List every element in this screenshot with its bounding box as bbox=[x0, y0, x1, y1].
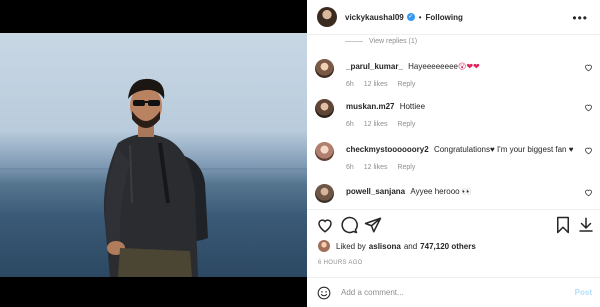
share-icon[interactable] bbox=[364, 216, 382, 234]
person-figure bbox=[103, 78, 208, 277]
emoji-icon[interactable] bbox=[317, 286, 331, 300]
comment-text: Congratulations♥ I'm your biggest fan ♥ bbox=[433, 145, 574, 154]
liker-avatar[interactable] bbox=[318, 240, 330, 252]
comment-heart-icon[interactable] bbox=[584, 146, 593, 155]
commenter-username[interactable]: _parul_kumar_ bbox=[346, 62, 403, 71]
reply-button[interactable]: Reply bbox=[397, 81, 415, 88]
likes-count[interactable]: 747,120 others bbox=[420, 242, 476, 251]
comment-icon[interactable] bbox=[340, 216, 358, 234]
post-side-panel: vickykaushal09 ✓ • Following ••• View re… bbox=[307, 0, 600, 307]
commenter-username[interactable]: checkmystoooooory2 bbox=[346, 145, 429, 154]
comment-heart-icon[interactable] bbox=[584, 103, 593, 112]
liked-by-and: and bbox=[403, 241, 418, 251]
comment-item: muskan.m27 Hottiee 6h 12 likes Reply bbox=[315, 97, 598, 137]
download-icon[interactable] bbox=[577, 216, 595, 234]
more-options-icon[interactable]: ••• bbox=[572, 11, 588, 25]
reply-button[interactable]: Reply bbox=[397, 164, 415, 171]
comment-time: 6h bbox=[346, 164, 354, 171]
post-button[interactable]: Post bbox=[575, 288, 592, 297]
view-replies-link[interactable]: View replies (1) bbox=[345, 38, 417, 45]
comment-likes[interactable]: 12 likes bbox=[364, 81, 388, 88]
commenter-username[interactable]: muskan.m27 bbox=[346, 102, 394, 111]
add-comment-bar: Post bbox=[307, 277, 600, 307]
comment-emoji: 😮❤❤ bbox=[457, 62, 480, 71]
header-separator: • bbox=[418, 12, 422, 22]
comment-heart-icon[interactable] bbox=[584, 63, 593, 72]
commenter-avatar[interactable] bbox=[315, 99, 334, 118]
view-replies-label: View replies (1) bbox=[369, 38, 418, 45]
comment-likes[interactable]: 12 likes bbox=[364, 121, 388, 128]
comment-item: checkmystoooooory2 Congratulations♥ I'm … bbox=[315, 140, 598, 180]
post-timestamp[interactable]: 6 HOURS AGO bbox=[318, 260, 363, 266]
post-photo[interactable] bbox=[0, 33, 307, 277]
post-media[interactable] bbox=[0, 0, 307, 307]
commenter-username[interactable]: powell_sanjana bbox=[346, 187, 405, 196]
bookmark-icon[interactable] bbox=[554, 216, 572, 234]
following-button[interactable]: Following bbox=[426, 13, 463, 22]
comment-heart-icon[interactable] bbox=[584, 188, 593, 197]
replies-dash bbox=[345, 41, 363, 42]
liked-by: Liked by aslisona and 747,120 others bbox=[318, 240, 476, 252]
comment-text: Hottiee bbox=[399, 102, 426, 111]
heart-icon[interactable] bbox=[316, 216, 334, 234]
commenter-avatar[interactable] bbox=[315, 142, 334, 161]
comment-time: 6h bbox=[346, 121, 354, 128]
verified-badge-icon: ✓ bbox=[406, 13, 415, 21]
reply-button[interactable]: Reply bbox=[397, 121, 415, 128]
comment-input[interactable] bbox=[341, 288, 561, 297]
author-username[interactable]: vickykaushal09 bbox=[345, 13, 404, 22]
commenter-avatar[interactable] bbox=[315, 184, 334, 203]
author-avatar[interactable] bbox=[317, 7, 337, 27]
comment-text: Ayyee herooo bbox=[410, 187, 460, 196]
liked-by-user[interactable]: aslisona bbox=[369, 242, 401, 251]
comment-time: 6h bbox=[346, 81, 354, 88]
comment-text: Hayeeeeeeee bbox=[408, 62, 458, 71]
liked-by-prefix: Liked by bbox=[336, 241, 366, 251]
comment-emoji: 👀 bbox=[461, 187, 472, 196]
comment-likes[interactable]: 12 likes bbox=[364, 164, 388, 171]
comment-item: _parul_kumar_ Hayeeeeeeee😮❤❤ 6h 12 likes… bbox=[315, 57, 598, 97]
commenter-avatar[interactable] bbox=[315, 59, 334, 78]
post-actions-bar bbox=[307, 209, 600, 239]
post-header: vickykaushal09 ✓ • Following ••• bbox=[307, 0, 600, 35]
